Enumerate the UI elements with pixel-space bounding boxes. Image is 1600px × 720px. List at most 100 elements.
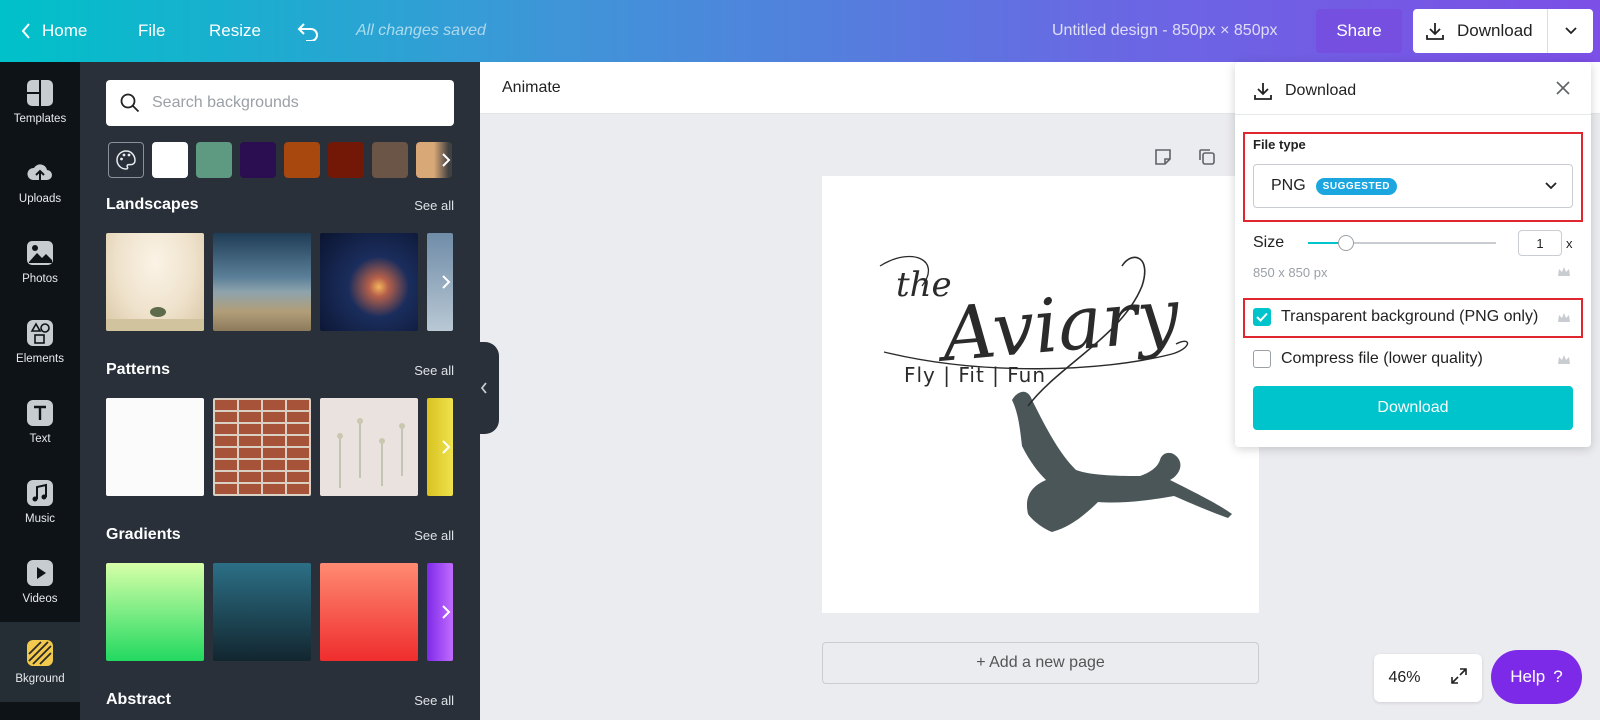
size-label: Size — [1253, 234, 1285, 251]
background-thumbnail[interactable] — [213, 398, 311, 496]
color-swatch[interactable] — [240, 142, 276, 178]
compress-file-checkbox[interactable] — [1253, 350, 1271, 368]
undo-button[interactable] — [296, 0, 320, 62]
download-panel-header: Download — [1253, 76, 1575, 106]
rail-item-background[interactable]: Bkground — [0, 622, 80, 702]
rail-item-text[interactable]: Text — [0, 382, 80, 462]
chevron-left-icon — [21, 23, 30, 39]
color-swatch[interactable] — [196, 142, 232, 178]
background-thumbnail[interactable] — [320, 233, 418, 331]
size-input[interactable] — [1518, 230, 1562, 256]
palette-swatch[interactable] — [108, 142, 144, 178]
section-header-landscapes: Landscapes See all — [106, 196, 454, 214]
close-button[interactable] — [1551, 76, 1575, 100]
color-swatches — [108, 142, 452, 178]
color-swatch[interactable] — [284, 142, 320, 178]
add-note-button[interactable] — [1152, 146, 1174, 168]
videos-icon — [26, 559, 54, 587]
rail-label-music: Music — [24, 513, 56, 525]
rail-item-photos[interactable]: Photos — [0, 222, 80, 302]
duplicate-icon — [1199, 149, 1215, 165]
download-options-button[interactable] — [1547, 9, 1593, 53]
see-all-link[interactable]: See all — [414, 693, 454, 708]
see-all-link[interactable]: See all — [414, 363, 454, 378]
background-thumbnail[interactable] — [213, 233, 311, 331]
download-panel: Download File type PNG SUGGESTED Size x … — [1235, 62, 1591, 447]
chevron-down-icon — [1564, 27, 1577, 35]
save-status: All changes saved — [356, 22, 486, 39]
patterns-row — [106, 398, 480, 496]
see-all-link[interactable]: See all — [414, 528, 454, 543]
gradients-next-button[interactable] — [434, 563, 458, 661]
design-canvas[interactable]: the Aviary Fly | Fit | Fun — [822, 176, 1259, 613]
color-swatch[interactable] — [152, 142, 188, 178]
zoom-control: 46% — [1374, 654, 1482, 702]
checkmark-icon — [1256, 312, 1268, 322]
rail-label-uploads: Uploads — [18, 193, 62, 205]
download-icon — [1254, 83, 1272, 100]
logo-tagline-text: Fly | Fit | Fun — [904, 363, 1046, 387]
rail-item-music[interactable]: Music — [0, 462, 80, 542]
background-thumbnail[interactable] — [320, 398, 418, 496]
swatches-next-button[interactable] — [434, 142, 458, 178]
compress-file-option[interactable]: Compress file (lower quality) — [1253, 350, 1483, 368]
zoom-level[interactable]: 46% — [1388, 669, 1420, 687]
rail-label-photos: Photos — [22, 273, 58, 285]
search-input[interactable] — [152, 94, 432, 112]
help-button[interactable]: Help ? — [1491, 650, 1582, 704]
background-icon — [26, 639, 54, 667]
download-button-group: Download — [1413, 9, 1593, 53]
duplicate-page-button[interactable] — [1196, 146, 1218, 168]
left-rail: Templates Uploads Photos Elements Text M… — [0, 62, 80, 720]
file-type-value: PNG — [1271, 177, 1306, 194]
file-menu-button[interactable]: File — [138, 0, 165, 62]
rail-item-templates[interactable]: Templates — [0, 62, 80, 142]
patterns-next-button[interactable] — [434, 398, 458, 496]
rail-item-videos[interactable]: Videos — [0, 542, 80, 622]
rail-item-elements[interactable]: Elements — [0, 302, 80, 382]
download-button[interactable]: Download — [1413, 9, 1547, 53]
suggested-badge: SUGGESTED — [1315, 177, 1397, 195]
photos-icon — [26, 239, 54, 267]
home-button[interactable]: Home — [20, 0, 87, 62]
collapse-panel-button[interactable] — [469, 342, 499, 434]
size-suffix: x — [1566, 235, 1573, 251]
section-title: Abstract — [106, 691, 171, 708]
background-thumbnail[interactable] — [320, 563, 418, 661]
expand-icon — [1450, 667, 1467, 684]
share-button[interactable]: Share — [1316, 9, 1402, 53]
see-all-link[interactable]: See all — [414, 198, 454, 213]
background-thumbnail[interactable] — [106, 398, 204, 496]
crown-icon — [1558, 267, 1570, 276]
design-title[interactable]: Untitled design - 850px × 850px — [1052, 0, 1277, 62]
fullscreen-button[interactable] — [1450, 667, 1468, 690]
size-slider[interactable] — [1308, 233, 1496, 253]
rail-label-background: Bkground — [15, 673, 65, 685]
undo-icon — [297, 23, 318, 41]
color-swatch[interactable] — [328, 142, 364, 178]
chevron-down-icon — [1545, 182, 1557, 190]
landscapes-next-button[interactable] — [434, 233, 458, 331]
add-page-button[interactable]: + Add a new page — [822, 642, 1259, 684]
color-swatch[interactable] — [372, 142, 408, 178]
uploads-icon — [26, 159, 54, 187]
rail-label-text: Text — [29, 433, 51, 445]
rail-label-templates: Templates — [13, 113, 67, 125]
background-thumbnail[interactable] — [106, 563, 204, 661]
resize-button[interactable]: Resize — [209, 0, 261, 62]
transparent-background-checkbox[interactable] — [1253, 308, 1271, 326]
file-type-select[interactable]: PNG SUGGESTED — [1253, 164, 1573, 208]
transparent-background-option[interactable]: Transparent background (PNG only) — [1253, 308, 1538, 326]
download-confirm-button[interactable]: Download — [1253, 386, 1573, 430]
background-thumbnail[interactable] — [213, 563, 311, 661]
output-dimensions: 850 x 850 px — [1253, 265, 1328, 280]
animate-button[interactable]: Animate — [502, 79, 561, 97]
slider-handle[interactable] — [1337, 235, 1354, 251]
rail-item-uploads[interactable]: Uploads — [0, 142, 80, 222]
section-title: Gradients — [106, 526, 181, 543]
close-icon — [1556, 81, 1570, 95]
size-row: Size x — [1253, 228, 1583, 258]
floral-pattern-image — [337, 418, 405, 488]
text-icon — [26, 399, 54, 427]
background-thumbnail[interactable] — [106, 233, 204, 331]
